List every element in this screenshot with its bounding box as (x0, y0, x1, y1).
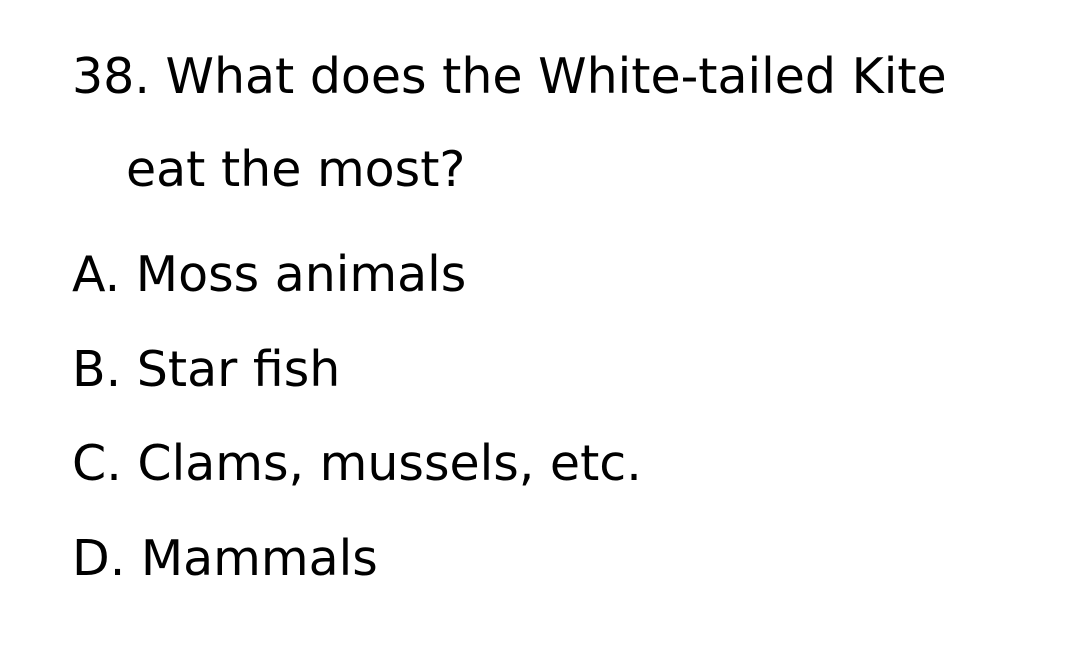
question-text: 38. What does the White-tailed Kite eat … (72, 30, 1032, 216)
answer-options-list: A. Moss animals B. Star fish C. Clams, m… (72, 228, 642, 606)
answer-option-d: D. Mammals (72, 529, 378, 587)
question-line-2: eat the most? (126, 141, 466, 198)
answer-option-b: B. Star fish (72, 340, 341, 398)
answer-option-c: C. Clams, mussels, etc. (72, 435, 642, 492)
answer-option-a: A. Moss animals (72, 246, 467, 303)
question-line-1: 38. What does the White-tailed Kite (72, 48, 947, 105)
